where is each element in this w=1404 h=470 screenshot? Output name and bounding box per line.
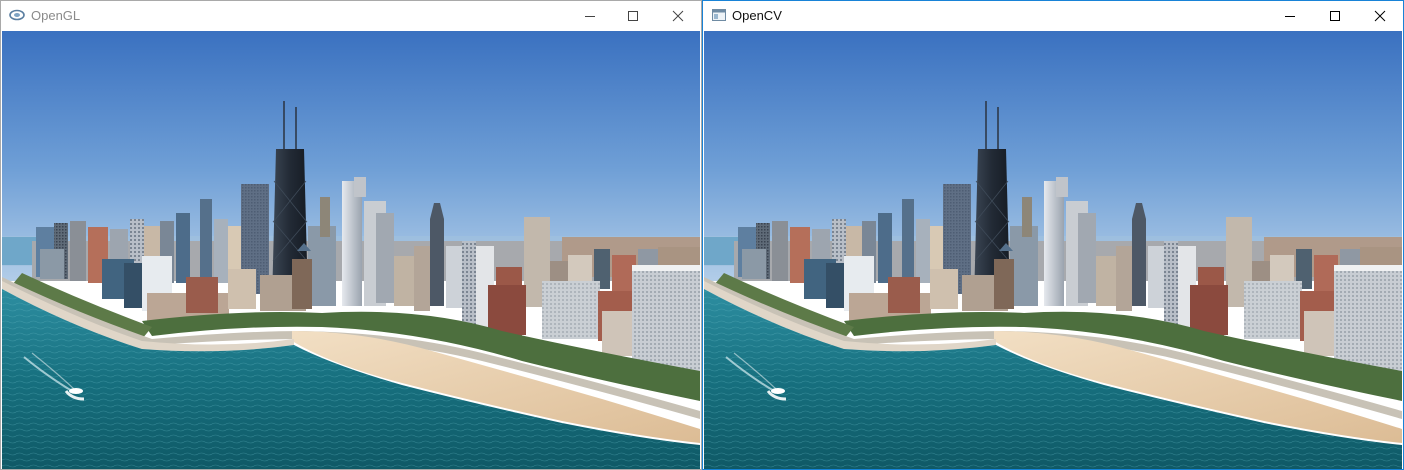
opencv-titlebar[interactable]: OpenCV (703, 1, 1403, 31)
opengl-window[interactable]: OpenGL (0, 0, 702, 470)
maximize-icon (628, 11, 638, 21)
opengl-window-title: OpenGL (31, 8, 81, 23)
chicago-skyline-photo (2, 31, 700, 469)
opengl-titlebar[interactable]: OpenGL (1, 1, 701, 31)
opencv-window-icon (711, 7, 727, 23)
close-icon (672, 10, 684, 22)
opencv-close-button[interactable] (1357, 1, 1403, 31)
opengl-render-viewport[interactable] (2, 31, 700, 469)
minimize-icon (1285, 16, 1295, 17)
opengl-maximize-button[interactable] (610, 1, 656, 31)
close-icon (1374, 10, 1386, 22)
opencv-image-viewport[interactable] (704, 31, 1402, 469)
opengl-close-button[interactable] (655, 1, 701, 31)
opencv-minimize-button[interactable] (1267, 1, 1313, 31)
opencv-window-title: OpenCV (732, 8, 782, 23)
minimize-icon (585, 16, 595, 17)
opengl-minimize-button[interactable] (567, 1, 613, 31)
maximize-icon (1330, 11, 1340, 21)
opencv-window[interactable]: OpenCV (702, 0, 1404, 470)
opengl-logo-icon (9, 7, 25, 23)
chicago-skyline-photo (704, 31, 1402, 469)
opencv-maximize-button[interactable] (1312, 1, 1358, 31)
